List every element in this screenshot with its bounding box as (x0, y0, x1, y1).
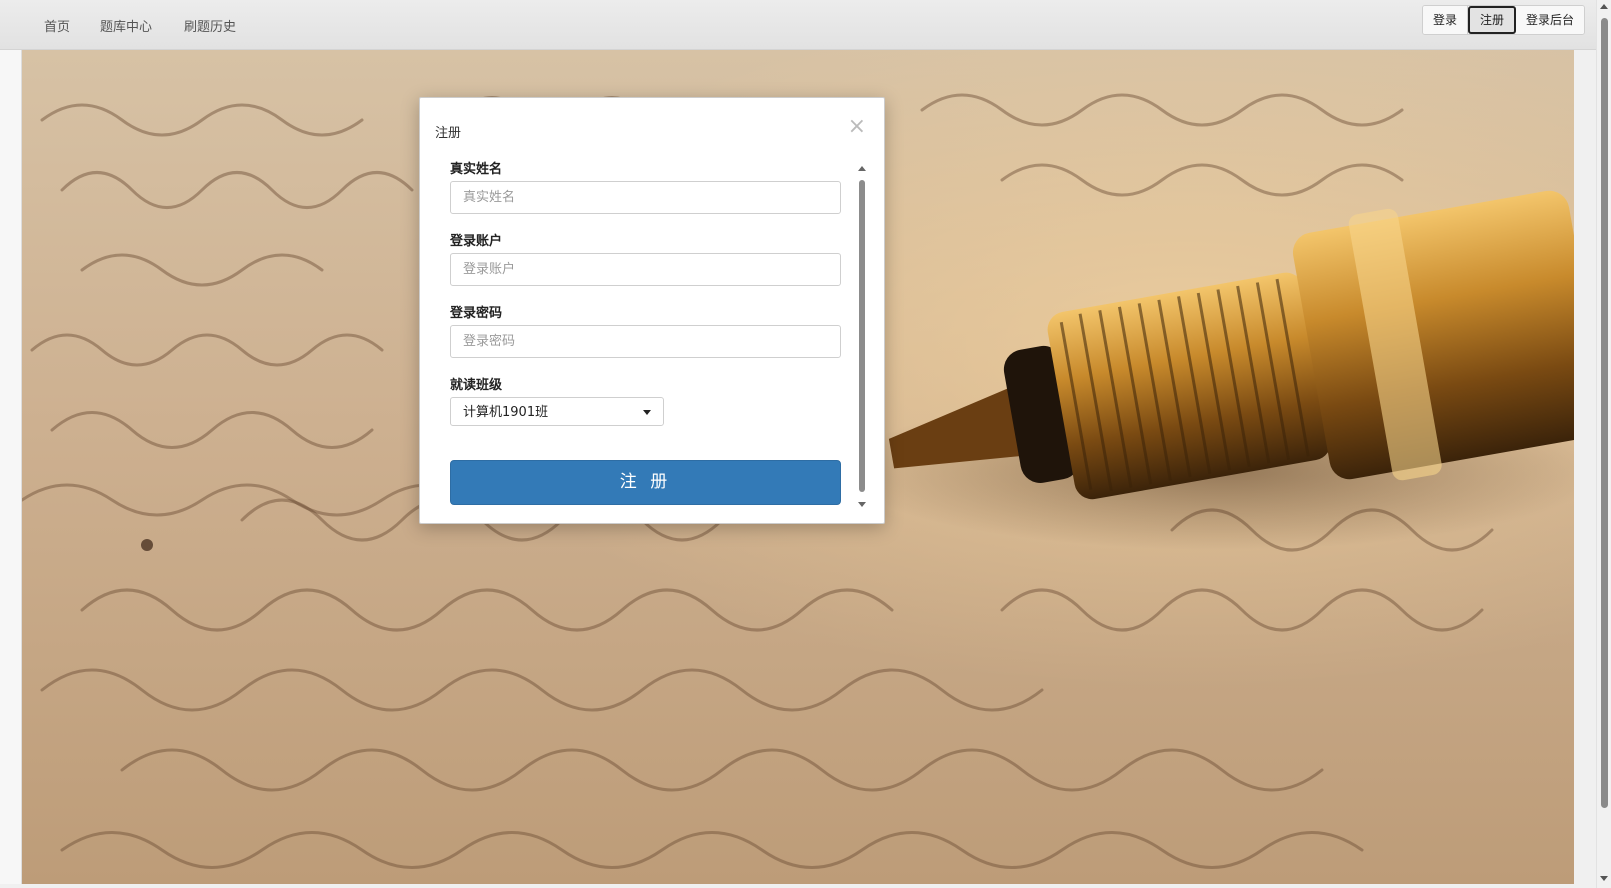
auth-button-group: 登录 注册 登录后台 (1421, 5, 1585, 35)
account-input[interactable] (450, 253, 841, 286)
modal-scroll-up-icon[interactable] (858, 166, 866, 171)
password-input[interactable] (450, 325, 841, 358)
page-scrollbar-thumb[interactable] (1601, 18, 1608, 808)
left-page-edge (0, 50, 22, 888)
real-name-label: 真实姓名 (450, 162, 503, 177)
class-label: 就读班级 (450, 378, 503, 393)
class-select[interactable]: 计算机1901班 (450, 397, 664, 426)
nav-link-practice-history[interactable]: 刷题历史 (184, 16, 236, 35)
register-modal: 注册 × 真实姓名 登录账户 登录密码 就读班级 计算机1901班 注 册 (419, 97, 885, 524)
password-label: 登录密码 (450, 306, 503, 321)
top-navbar: 首页 题库中心 刷题历史 登录 注册 登录后台 (0, 0, 1596, 50)
login-button[interactable]: 登录 (1422, 6, 1468, 34)
scroll-up-arrow-icon[interactable] (1600, 4, 1608, 9)
register-submit-button[interactable]: 注 册 (450, 460, 841, 505)
page-scrollbar[interactable] (1596, 0, 1611, 888)
register-form: 真实姓名 登录账户 登录密码 就读班级 计算机1901班 注 册 (450, 158, 842, 513)
real-name-input[interactable] (450, 181, 841, 214)
register-button[interactable]: 注册 (1467, 6, 1516, 34)
account-label: 登录账户 (450, 234, 503, 249)
bottom-page-edge (0, 884, 1596, 888)
modal-scrollbar-thumb[interactable] (859, 180, 865, 492)
caret-down-icon (643, 410, 651, 415)
scroll-down-arrow-icon[interactable] (1600, 876, 1608, 881)
nav-link-question-bank[interactable]: 题库中心 (100, 16, 152, 35)
class-select-value: 计算机1901班 (463, 405, 549, 420)
nav-link-home[interactable]: 首页 (44, 16, 70, 35)
modal-title: 注册 (435, 126, 462, 141)
modal-scroll-down-icon[interactable] (858, 502, 866, 507)
close-icon[interactable]: × (848, 116, 866, 138)
modal-scrollbar[interactable] (858, 166, 866, 510)
admin-login-button[interactable]: 登录后台 (1515, 6, 1584, 34)
